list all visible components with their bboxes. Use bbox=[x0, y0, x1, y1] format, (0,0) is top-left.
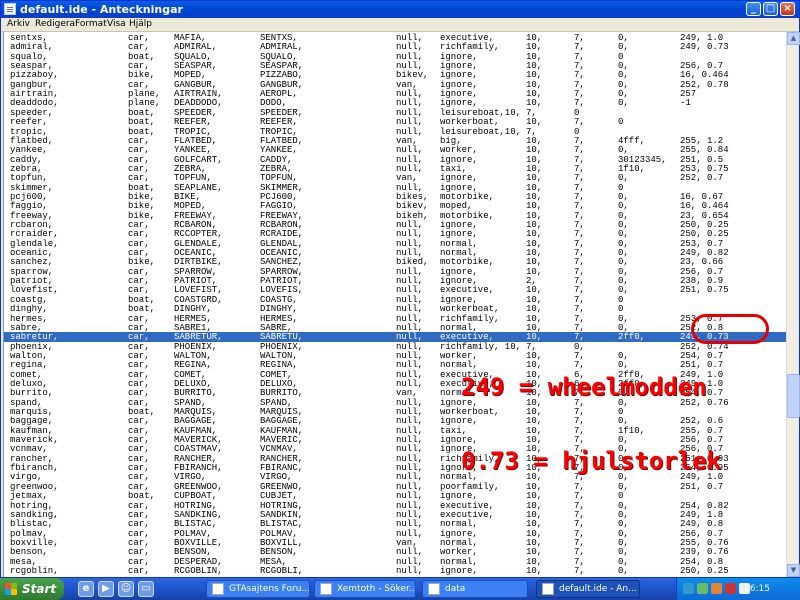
task-default-ide[interactable]: default.ide - An... bbox=[536, 580, 640, 598]
window-title: default.ide - Anteckningar bbox=[20, 3, 183, 16]
line-field: ignore, bbox=[440, 565, 478, 576]
close-button[interactable]: × bbox=[780, 2, 795, 16]
vertical-scrollbar[interactable]: ▲ ▼ bbox=[786, 32, 800, 577]
browser-icon bbox=[212, 583, 224, 595]
line-field: 10, bbox=[526, 565, 543, 576]
network-icon[interactable] bbox=[683, 583, 694, 594]
notepad-window: default.ide - Anteckningar _ □ × Arkiv R… bbox=[0, 0, 800, 578]
line-field: 0, bbox=[618, 565, 629, 576]
text-editor[interactable]: sentxs, car, MAFIA, SENTXS, null, executive, 1… bbox=[3, 32, 786, 577]
task-label: Xemtoth - Söker... bbox=[337, 584, 416, 594]
system-tray bbox=[676, 578, 800, 600]
menu-format[interactable]: Format bbox=[75, 19, 107, 29]
annotation-circle bbox=[691, 314, 769, 344]
scroll-thumb[interactable] bbox=[787, 374, 800, 418]
clock: 16:15 bbox=[744, 584, 770, 594]
line-field: car, bbox=[128, 565, 150, 576]
menu-bar: Arkiv Redigera Format Visa Hjälp bbox=[1, 18, 799, 32]
line-field: 7, bbox=[574, 565, 585, 576]
messenger-tray-icon[interactable] bbox=[711, 583, 722, 594]
minimize-button[interactable]: _ bbox=[746, 2, 761, 16]
menu-arkiv[interactable]: Arkiv bbox=[7, 19, 30, 29]
windows-logo-icon bbox=[5, 583, 17, 595]
annotation-wheelmodden: 249 = wheelmodden bbox=[461, 373, 707, 401]
task-xemtoth[interactable]: Xemtoth - Söker... bbox=[314, 580, 416, 598]
shield-icon[interactable] bbox=[725, 583, 736, 594]
task-gtasajtens[interactable]: GTAsajtens Foru... bbox=[206, 580, 310, 598]
line-field: RCGOBLI, bbox=[260, 565, 304, 576]
menu-visa[interactable]: Visa bbox=[107, 19, 126, 29]
task-data[interactable]: data bbox=[422, 580, 528, 598]
task-label: GTAsajtens Foru... bbox=[229, 584, 310, 594]
messenger-icon[interactable]: ☺ bbox=[118, 581, 134, 597]
annotation-hjulstorlek: 0.73 = hjulstorlek bbox=[461, 447, 722, 475]
antivirus-icon[interactable] bbox=[697, 583, 708, 594]
line-field: null, bbox=[396, 565, 424, 576]
menu-hjalp[interactable]: Hjälp bbox=[129, 19, 152, 29]
media-icon[interactable]: ▶ bbox=[98, 581, 114, 597]
task-label: default.ide - An... bbox=[559, 584, 637, 594]
browser-icon bbox=[320, 583, 332, 595]
line-field: RCGOBLIN, bbox=[174, 565, 223, 576]
taskbar: Start e ▶ ☺ ▭ GTAsajtens Foru... Xemtoth… bbox=[0, 578, 800, 600]
ie-icon[interactable]: e bbox=[78, 581, 94, 597]
start-button[interactable]: Start bbox=[0, 578, 64, 600]
desktop-icon[interactable]: ▭ bbox=[138, 581, 154, 597]
line-field: rcgoblin, bbox=[10, 565, 59, 576]
scroll-down-arrow-icon[interactable]: ▼ bbox=[787, 564, 800, 577]
text-line[interactable]: rcgoblin, car, RCGOBLIN, RCGOBLI, null, ignor… bbox=[4, 566, 786, 576]
notepad-icon[interactable] bbox=[4, 3, 16, 15]
start-label: Start bbox=[22, 582, 57, 596]
task-label: data bbox=[445, 584, 466, 594]
line-field: 250, 0.25 bbox=[680, 565, 729, 576]
maximize-button[interactable]: □ bbox=[763, 2, 778, 16]
menu-redigera[interactable]: Redigera bbox=[35, 19, 75, 29]
title-bar[interactable]: default.ide - Anteckningar _ □ × bbox=[1, 1, 799, 18]
scroll-up-arrow-icon[interactable]: ▲ bbox=[787, 32, 800, 45]
folder-icon bbox=[428, 583, 440, 595]
notepad-icon bbox=[542, 583, 554, 595]
